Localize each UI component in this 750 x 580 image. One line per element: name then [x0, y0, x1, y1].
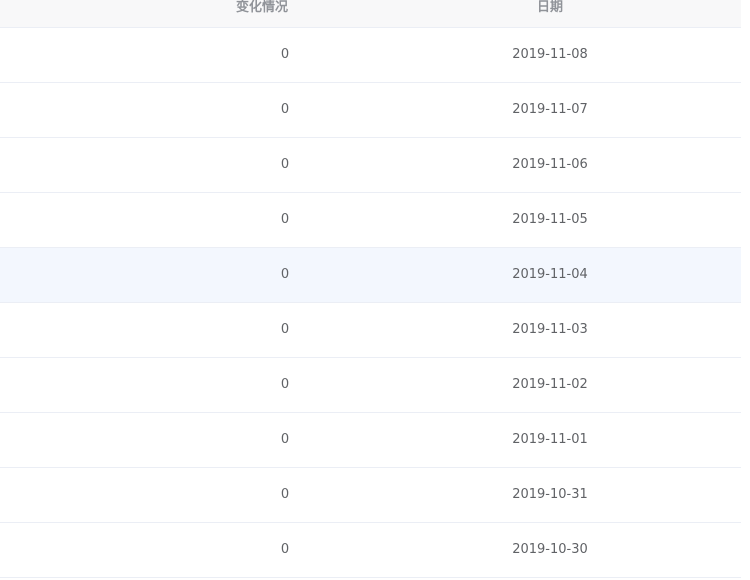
- cell-change: 0: [280, 377, 290, 392]
- table-row[interactable]: 0 2019-11-02: [0, 358, 741, 413]
- column-header-change[interactable]: 变化情况: [222, 0, 302, 16]
- cell-date: 2019-11-03: [512, 322, 588, 337]
- cell-change: 0: [280, 542, 290, 557]
- table-row[interactable]: 0 2019-11-03: [0, 303, 741, 358]
- cell-change: 0: [280, 157, 290, 172]
- table-row-hovered[interactable]: 0 2019-11-04: [0, 248, 741, 303]
- table-row[interactable]: 0 2019-11-01: [0, 413, 741, 468]
- table-row[interactable]: 0 2019-11-08: [0, 28, 741, 83]
- cell-date: 2019-11-02: [512, 377, 588, 392]
- cell-change: 0: [280, 102, 290, 117]
- cell-change: 0: [280, 322, 290, 337]
- cell-change: 0: [280, 267, 290, 282]
- cell-date: 2019-11-04: [512, 267, 588, 282]
- cell-date: 2019-11-08: [512, 47, 588, 62]
- cell-change: 0: [280, 432, 290, 447]
- table-row[interactable]: 0 2019-11-07: [0, 83, 741, 138]
- data-table: 变化情况 日期 0 2019-11-08 0 2019-11-07 0 2019…: [0, 0, 741, 580]
- table-header: 变化情况 日期: [0, 0, 741, 28]
- table-body: 0 2019-11-08 0 2019-11-07 0 2019-11-06 0…: [0, 28, 741, 578]
- table-row[interactable]: 0 2019-11-06: [0, 138, 741, 193]
- cell-change: 0: [280, 47, 290, 62]
- cell-date: 2019-10-31: [512, 487, 588, 502]
- cell-date: 2019-10-30: [512, 542, 588, 557]
- table-row[interactable]: 0 2019-10-30: [0, 523, 741, 578]
- cell-date: 2019-11-05: [512, 212, 588, 227]
- table-row[interactable]: 0 2019-10-31: [0, 468, 741, 523]
- column-header-date[interactable]: 日期: [510, 0, 590, 16]
- cell-change: 0: [280, 487, 290, 502]
- cell-date: 2019-11-06: [512, 157, 588, 172]
- cell-change: 0: [280, 212, 290, 227]
- cell-date: 2019-11-07: [512, 102, 588, 117]
- cell-date: 2019-11-01: [512, 432, 588, 447]
- table-row[interactable]: 0 2019-11-05: [0, 193, 741, 248]
